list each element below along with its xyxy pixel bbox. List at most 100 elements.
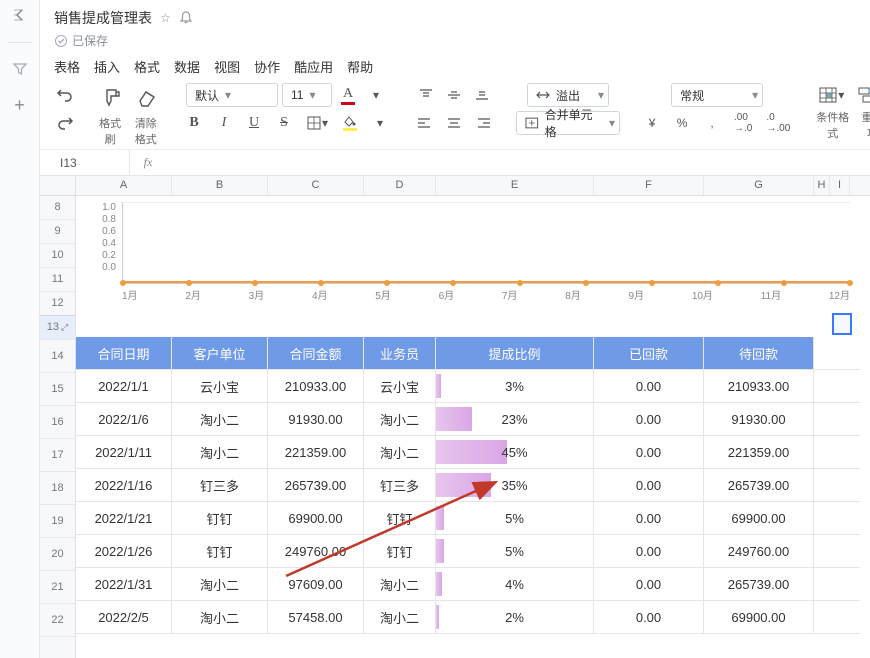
table-cell[interactable]: 5%: [436, 502, 594, 534]
row-header[interactable]: 13⤢: [40, 316, 75, 340]
col-header-H[interactable]: H: [814, 176, 830, 195]
merge-cells-select[interactable]: 合并单元格▾: [516, 111, 620, 135]
menu-格式[interactable]: 格式: [134, 57, 160, 76]
table-cell[interactable]: 5%: [436, 535, 594, 567]
valign-middle-button[interactable]: [442, 83, 466, 107]
filter-icon[interactable]: [12, 61, 28, 77]
col-header-F[interactable]: F: [594, 176, 704, 195]
currency-button[interactable]: ¥: [640, 111, 664, 135]
valign-bottom-button[interactable]: [470, 83, 494, 107]
number-format-select[interactable]: 常规▾: [671, 83, 763, 107]
table-cell[interactable]: 钉三多: [172, 469, 268, 501]
table-cell[interactable]: 云小宝: [364, 370, 436, 402]
table-cell[interactable]: 2022/1/31: [76, 568, 172, 600]
table-cell[interactable]: 业务员: [364, 337, 436, 369]
table-cell[interactable]: 钉三多: [364, 469, 436, 501]
row-header[interactable]: 10: [40, 244, 75, 268]
font-color-button[interactable]: A: [336, 83, 360, 107]
table-cell[interactable]: 249760.00: [268, 535, 364, 567]
table-cell[interactable]: 钉钉: [172, 535, 268, 567]
cell-name-box[interactable]: I13: [40, 150, 130, 175]
strike-button[interactable]: S: [272, 111, 296, 135]
row-header[interactable]: 12: [40, 292, 75, 316]
table-cell[interactable]: 57458.00: [268, 601, 364, 633]
menu-协作[interactable]: 协作: [254, 57, 280, 76]
menu-表格[interactable]: 表格: [54, 57, 80, 76]
font-size-select[interactable]: 11▾: [282, 83, 332, 107]
table-cell[interactable]: 钉钉: [172, 502, 268, 534]
menu-帮助[interactable]: 帮助: [347, 57, 373, 76]
format-painter-button[interactable]: [98, 86, 128, 110]
table-cell[interactable]: 合同金额: [268, 337, 364, 369]
table-cell[interactable]: 2022/1/21: [76, 502, 172, 534]
table-cell[interactable]: 3%: [436, 370, 594, 402]
table-cell[interactable]: 0.00: [594, 370, 704, 402]
table-cell[interactable]: 0.00: [594, 535, 704, 567]
bold-button[interactable]: B: [182, 111, 206, 135]
align-left-button[interactable]: [412, 111, 436, 135]
valign-top-button[interactable]: [414, 83, 438, 107]
row-header[interactable]: 15: [40, 373, 75, 406]
menu-插入[interactable]: 插入: [94, 57, 120, 76]
percent-button[interactable]: %: [670, 111, 694, 135]
table-cell[interactable]: 45%: [436, 436, 594, 468]
redo-button[interactable]: [52, 111, 78, 135]
bell-icon[interactable]: [179, 11, 193, 25]
table-cell[interactable]: 2022/1/6: [76, 403, 172, 435]
table-cell[interactable]: 265739.00: [268, 469, 364, 501]
collapse-icon[interactable]: [11, 6, 29, 24]
table-cell[interactable]: 91930.00: [704, 403, 814, 435]
table-cell[interactable]: 23%: [436, 403, 594, 435]
thousands-button[interactable]: ,: [700, 111, 724, 135]
align-right-button[interactable]: [472, 111, 496, 135]
table-cell[interactable]: 35%: [436, 469, 594, 501]
col-header-G[interactable]: G: [704, 176, 814, 195]
row-header[interactable]: 22: [40, 604, 75, 637]
table-cell[interactable]: 4%: [436, 568, 594, 600]
table-cell[interactable]: 待回款: [704, 337, 814, 369]
table-cell[interactable]: 2022/1/1: [76, 370, 172, 402]
col-header-A[interactable]: A: [76, 176, 172, 195]
table-cell[interactable]: 淘小二: [172, 601, 268, 633]
table-cell[interactable]: 210933.00: [268, 370, 364, 402]
table-cell[interactable]: 91930.00: [268, 403, 364, 435]
table-cell[interactable]: 0.00: [594, 601, 704, 633]
table-cell[interactable]: 69900.00: [704, 502, 814, 534]
row-header[interactable]: 21: [40, 571, 75, 604]
table-cell[interactable]: 客户单位: [172, 337, 268, 369]
row-header[interactable]: 11: [40, 268, 75, 292]
undo-button[interactable]: [52, 83, 78, 107]
table-cell[interactable]: 0.00: [594, 502, 704, 534]
formula-input[interactable]: [166, 150, 870, 175]
decimal-dec-button[interactable]: .0→.00: [762, 111, 794, 135]
fill-color-button[interactable]: [338, 111, 362, 135]
row-header[interactable]: 18: [40, 472, 75, 505]
duplicates-button[interactable]: ▾: [852, 83, 870, 107]
col-header-I[interactable]: I: [830, 176, 850, 195]
chart[interactable]: 1.00.80.60.40.20.0 1月2月3月4月5月6月7月8月9月10月…: [86, 196, 850, 306]
clear-format-button[interactable]: [132, 86, 162, 110]
table-cell[interactable]: 2%: [436, 601, 594, 633]
table-cell[interactable]: 0.00: [594, 568, 704, 600]
table-cell[interactable]: 0.00: [594, 436, 704, 468]
fill-color-caret[interactable]: ▾: [368, 111, 392, 135]
plus-icon[interactable]: +: [14, 95, 25, 116]
font-color-caret[interactable]: ▾: [364, 83, 388, 107]
col-header-B[interactable]: B: [172, 176, 268, 195]
row-header[interactable]: 8: [40, 196, 75, 220]
table-cell[interactable]: 2022/1/26: [76, 535, 172, 567]
table-cell[interactable]: 已回款: [594, 337, 704, 369]
menu-酷应用[interactable]: 酷应用: [294, 57, 333, 76]
table-cell[interactable]: 265739.00: [704, 469, 814, 501]
row-header[interactable]: 20: [40, 538, 75, 571]
table-cell[interactable]: 221359.00: [268, 436, 364, 468]
table-cell[interactable]: 0.00: [594, 469, 704, 501]
table-cell[interactable]: 淘小二: [172, 436, 268, 468]
table-cell[interactable]: 淘小二: [364, 568, 436, 600]
font-family-select[interactable]: 默认▾: [186, 83, 278, 107]
table-cell[interactable]: 钉钉: [364, 535, 436, 567]
row-header[interactable]: 14: [40, 340, 75, 373]
table-cell[interactable]: 淘小二: [172, 403, 268, 435]
table-cell[interactable]: 2022/1/16: [76, 469, 172, 501]
table-cell[interactable]: 云小宝: [172, 370, 268, 402]
